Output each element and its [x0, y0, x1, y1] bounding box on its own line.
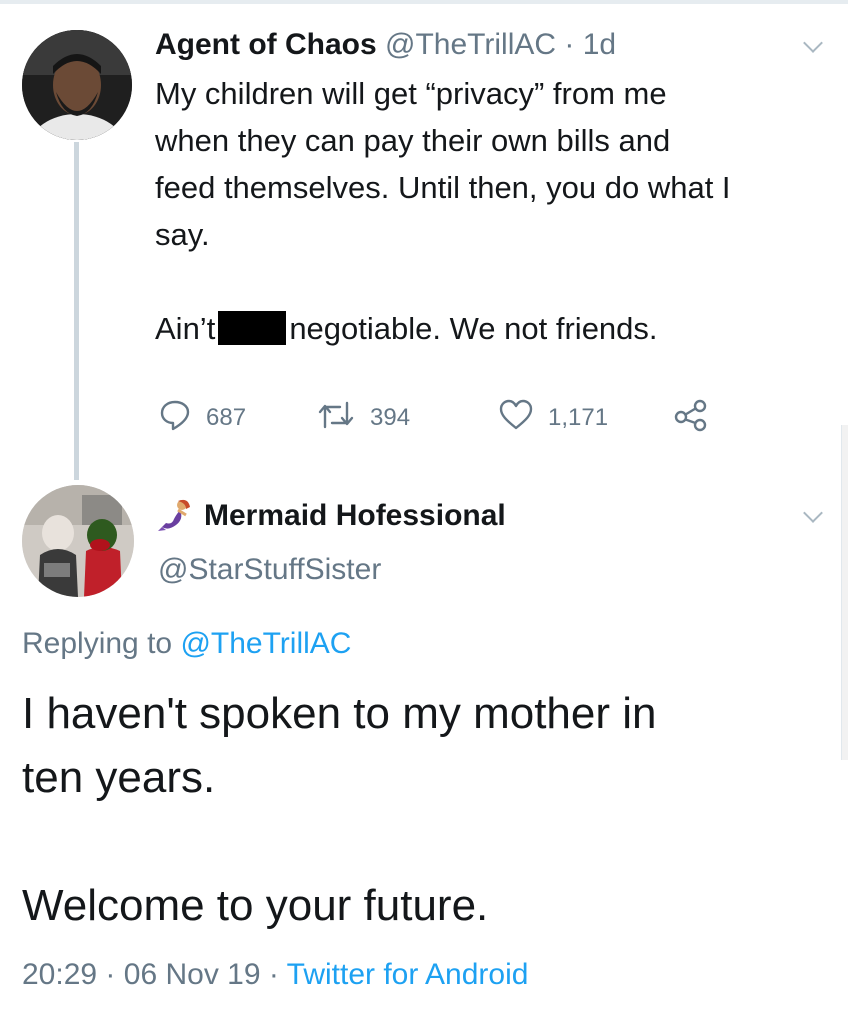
tweet-actions: 687 394 1,171	[158, 395, 718, 441]
display-name[interactable]: Mermaid Hofessional	[204, 496, 506, 536]
thread-line	[74, 142, 79, 480]
reply-button[interactable]: 687	[158, 395, 246, 441]
tweet-source-link[interactable]: Twitter for Android	[287, 958, 529, 991]
tweet-second-paragraph: Ain’t negotiable. We not friends.	[155, 305, 658, 352]
replying-to-link[interactable]: @TheTrillAC	[180, 627, 351, 660]
separator-dot: ·	[564, 28, 575, 61]
tweet-time[interactable]: 20:29	[22, 958, 97, 991]
separator-dot: ·	[105, 958, 116, 991]
retweet-count: 394	[370, 404, 411, 431]
chevron-down-icon[interactable]	[803, 33, 823, 53]
display-name[interactable]: Agent of Chaos	[155, 28, 377, 61]
retweet-button[interactable]: 394	[316, 395, 410, 441]
user-handle[interactable]: @StarStuffSister	[158, 550, 381, 590]
tweet-date[interactable]: 06 Nov 19	[124, 958, 261, 991]
tweet-time[interactable]: 1d	[583, 28, 616, 61]
scrollbar[interactable]	[841, 425, 848, 760]
share-icon	[673, 398, 723, 439]
separator-dot: ·	[268, 958, 279, 991]
tweet-line: I haven't spoken to my mother in	[22, 689, 657, 738]
tweet-line: ten years.	[22, 753, 216, 802]
like-button[interactable]: 1,171	[498, 395, 608, 441]
paragraph-end: negotiable. We not friends.	[289, 311, 658, 346]
avatar[interactable]	[22, 485, 134, 597]
avatar[interactable]	[22, 30, 132, 140]
tweet-line: My children will get “privacy” from me	[155, 76, 667, 111]
reply-icon	[158, 398, 206, 439]
tweet-text: I haven't spoken to my mother in ten yea…	[22, 682, 822, 938]
tweet-line: feed themselves. Until then, you do what…	[155, 170, 731, 205]
tweet-header: Agent of Chaos @TheTrillAC · 1d	[155, 26, 616, 64]
paragraph-start: Ain’t	[155, 311, 216, 346]
tweet-text: My children will get “privacy” from me w…	[155, 70, 825, 258]
user-handle[interactable]: @TheTrillAC	[385, 28, 556, 61]
top-divider	[0, 0, 848, 4]
replying-label: Replying to	[22, 627, 173, 660]
share-button[interactable]	[673, 395, 723, 441]
mermaid-emoji	[158, 497, 196, 535]
redaction-bar	[218, 311, 287, 345]
reply-count: 687	[206, 404, 247, 431]
tweet-header: Mermaid Hofessional	[158, 496, 506, 536]
chevron-down-icon[interactable]	[803, 503, 823, 523]
like-icon	[498, 398, 548, 439]
tweet-line: when they can pay their own bills and	[155, 123, 671, 158]
tweet-line: say.	[155, 217, 210, 252]
retweet-icon	[316, 398, 370, 439]
replying-to: Replying to @TheTrillAC	[22, 624, 351, 664]
tweet-line: Welcome to your future.	[22, 881, 489, 930]
like-count: 1,171	[548, 404, 609, 431]
tweet-meta: 20:29 · 06 Nov 19 · Twitter for Android	[22, 955, 528, 995]
